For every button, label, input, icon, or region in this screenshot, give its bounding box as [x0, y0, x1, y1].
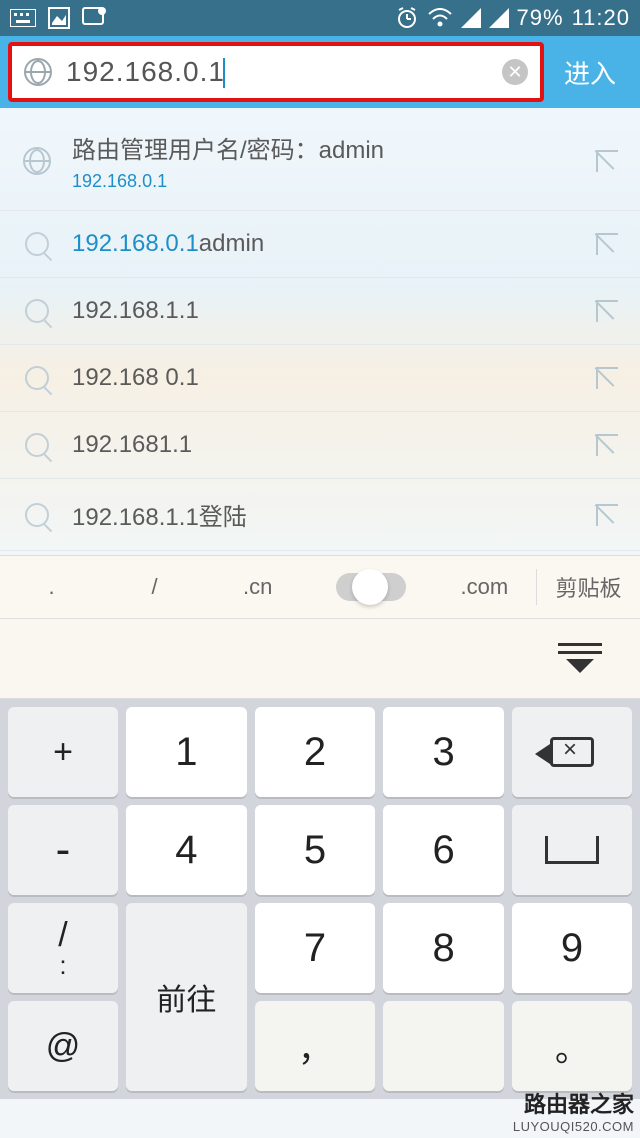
status-bar: 79% 11:20: [0, 0, 640, 36]
key-space[interactable]: [512, 805, 632, 895]
insert-arrow-icon[interactable]: [596, 150, 618, 172]
insert-arrow-icon[interactable]: [596, 300, 618, 322]
key-period[interactable]: 。: [512, 1001, 632, 1091]
search-icon: [25, 232, 49, 256]
key-go[interactable]: 前往: [126, 903, 247, 1091]
search-icon: [25, 503, 49, 527]
alarm-icon: [395, 6, 419, 30]
key-9[interactable]: 9: [512, 903, 632, 993]
suggestion-url: 192.168.0.1: [72, 171, 596, 192]
shortcut-dot[interactable]: .: [0, 574, 103, 600]
suggestion-list: 路由管理用户名/密码：admin 192.168.0.1 192.168.0.1…: [0, 108, 640, 551]
key-minus[interactable]: -: [8, 805, 118, 895]
key-6[interactable]: 6: [383, 805, 504, 895]
wifi-icon: [427, 8, 453, 28]
key-4[interactable]: 4: [126, 805, 247, 895]
key-2[interactable]: 2: [255, 707, 376, 797]
suggestion-text: 192.1681.1: [72, 431, 596, 459]
message-icon: [82, 7, 106, 29]
key-0[interactable]: [383, 1001, 504, 1091]
clear-icon[interactable]: ✕: [502, 59, 528, 85]
key-1[interactable]: 1: [126, 707, 247, 797]
globe-icon: [24, 58, 52, 86]
key-7[interactable]: 7: [255, 903, 376, 993]
key-plus[interactable]: +: [8, 707, 118, 797]
image-icon: [48, 7, 70, 29]
shortcut-clipboard[interactable]: 剪贴板: [537, 571, 640, 603]
signal-icon-2: [489, 8, 509, 28]
shortcut-slash[interactable]: /: [103, 574, 206, 600]
suggestion-text: 192.168 0.1: [72, 364, 596, 392]
key-3[interactable]: 3: [383, 707, 504, 797]
search-icon: [25, 299, 49, 323]
ime-toolbar: [0, 619, 640, 699]
key-slash-colon[interactable]: /:: [8, 903, 118, 993]
time-text: 11:20: [572, 5, 630, 31]
battery-text: 79%: [517, 5, 564, 31]
watermark: 路由器之家 LUYOUQI520.COM: [513, 1087, 634, 1134]
key-backspace[interactable]: [512, 707, 632, 797]
keypad: + 1 2 3 - 4 5 6 /: 7 8 9 前往 @ ， 。: [0, 699, 640, 1099]
address-input[interactable]: 192.168.0.1: [66, 56, 502, 89]
search-icon: [25, 366, 49, 390]
insert-arrow-icon[interactable]: [596, 504, 618, 526]
keyboard-icon: [10, 9, 36, 27]
insert-arrow-icon[interactable]: [596, 233, 618, 255]
shortcut-cn[interactable]: .cn: [206, 574, 309, 600]
go-button[interactable]: 进入: [544, 54, 632, 91]
suggestion-item[interactable]: 192.168 0.1: [0, 345, 640, 412]
suggestion-title: 路由管理用户名/密码：admin: [72, 130, 596, 165]
address-bar-area: 192.168.0.1 ✕ 进入: [0, 36, 640, 108]
suggestion-item[interactable]: 192.1681.1: [0, 412, 640, 479]
key-at[interactable]: @: [8, 1001, 118, 1091]
insert-arrow-icon[interactable]: [596, 367, 618, 389]
signal-icon-1: [461, 8, 481, 28]
address-input-box[interactable]: 192.168.0.1 ✕: [8, 42, 544, 102]
suggestion-text: 192.168.0.1admin: [72, 230, 596, 258]
suggestion-text: 192.168.1.1登陆: [72, 497, 596, 532]
globe-icon: [23, 147, 51, 175]
key-5[interactable]: 5: [255, 805, 376, 895]
shortcut-com[interactable]: .com: [433, 574, 536, 600]
insert-arrow-icon[interactable]: [596, 434, 618, 456]
shortcut-bar: . / .cn .com 剪贴板: [0, 555, 640, 619]
suggestion-item[interactable]: 路由管理用户名/密码：admin 192.168.0.1: [0, 108, 640, 211]
suggestion-text: 192.168.1.1: [72, 297, 596, 325]
search-icon: [25, 433, 49, 457]
collapse-keyboard-icon[interactable]: [558, 643, 602, 675]
key-8[interactable]: 8: [383, 903, 504, 993]
key-comma[interactable]: ，: [255, 1001, 376, 1091]
shortcut-toggle[interactable]: [309, 573, 433, 601]
suggestion-item[interactable]: 192.168.1.1登陆: [0, 479, 640, 551]
suggestion-item[interactable]: 192.168.0.1admin: [0, 211, 640, 278]
suggestion-item[interactable]: 192.168.1.1: [0, 278, 640, 345]
